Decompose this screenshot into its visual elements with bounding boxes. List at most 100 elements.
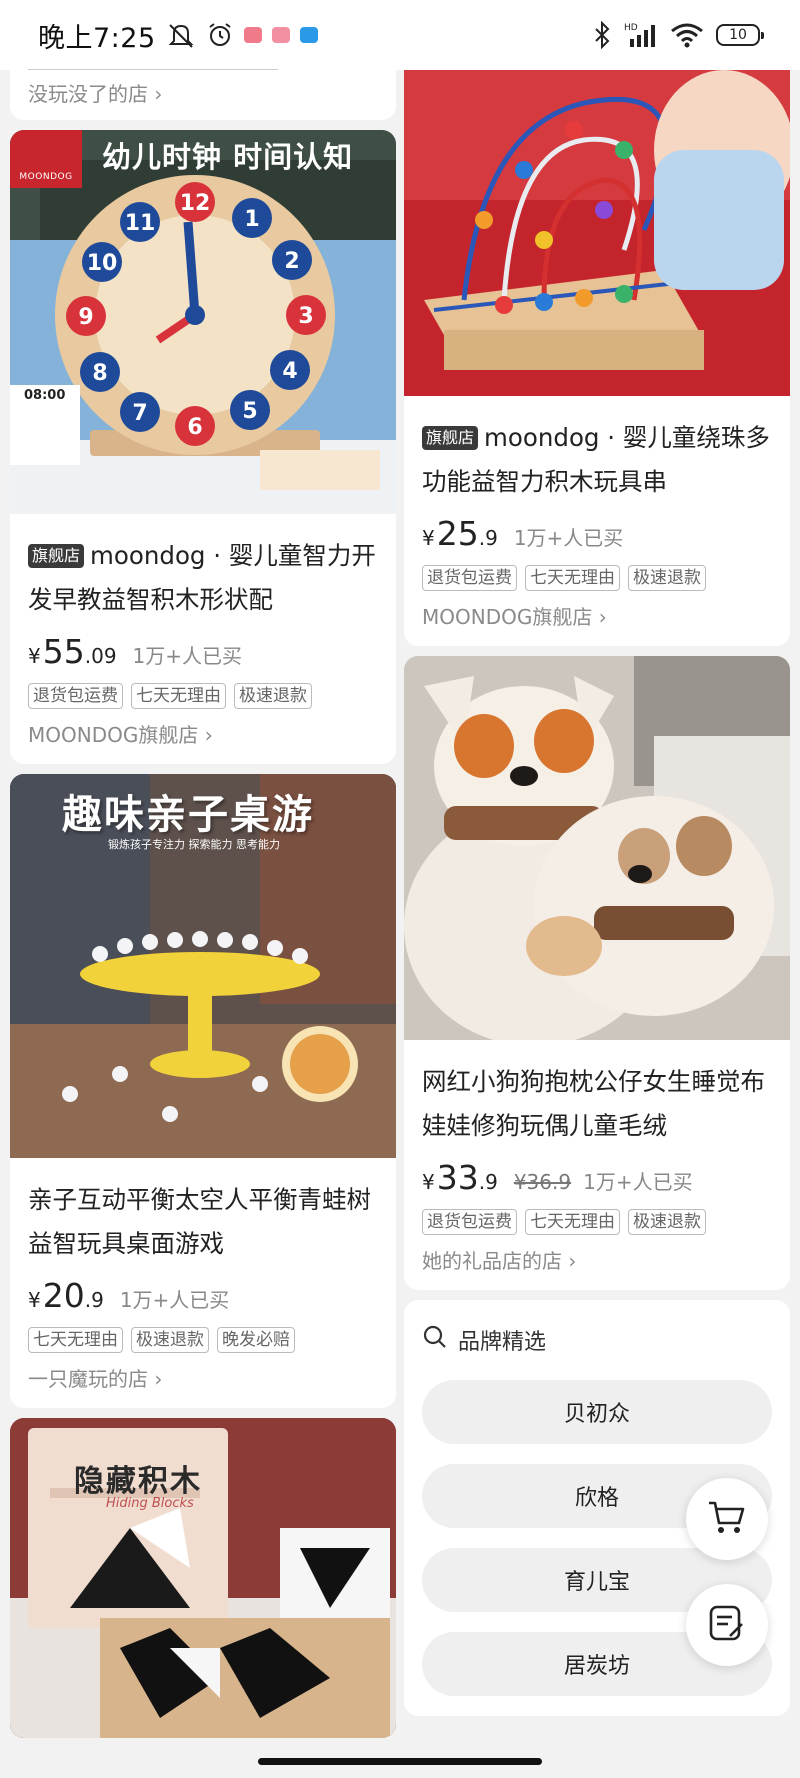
sold-count: 1万+人已买 — [119, 1288, 230, 1312]
svg-text:3: 3 — [298, 304, 313, 329]
list-edit-icon — [708, 1604, 746, 1646]
svg-text:9: 9 — [78, 305, 93, 330]
image-subcaption: 锻炼孩子专注力 探索能力 思考能力 — [108, 838, 280, 851]
original-price: ¥36.9 — [513, 1170, 572, 1194]
image-caption: 幼儿时钟 时间认知 — [102, 140, 354, 174]
service-tags: 七天无理由 极速退款 晚发必赔 — [28, 1327, 378, 1353]
service-tags: 退货包运费 七天无理由 极速退款 — [28, 683, 378, 709]
home-indicator[interactable] — [258, 1758, 542, 1765]
price-row: ¥ 33 .9 ¥36.9 1万+人已买 — [422, 1158, 772, 1197]
bluetooth-icon — [592, 21, 612, 49]
battery-indicator: 10 — [716, 24, 764, 46]
image-caption: 趣味亲子桌游 — [62, 792, 314, 838]
mute-icon — [166, 21, 196, 49]
product-image[interactable]: 趣味亲子桌游 锻炼孩子专注力 探索能力 思考能力 — [10, 774, 396, 1158]
svg-text:HD: HD — [624, 23, 638, 33]
tag-row-partial — [28, 66, 278, 70]
currency-symbol: ¥ — [28, 644, 41, 668]
service-tag: 退货包运费 — [422, 1209, 517, 1235]
product-image[interactable] — [404, 656, 790, 1040]
service-tag: 极速退款 — [628, 1209, 706, 1235]
shop-link[interactable]: 她的礼品店的店 › — [422, 1245, 772, 1274]
brand-item[interactable]: 贝初众 — [422, 1380, 772, 1444]
product-title[interactable]: 网红小狗狗抱枕公仔女生睡觉布娃娃修狗玩偶儿童毛绒 — [422, 1060, 772, 1148]
sold-count: 1万+人已买 — [132, 644, 243, 668]
svg-text:8: 8 — [92, 361, 107, 386]
product-card[interactable]: 12 1 2 3 4 5 6 7 8 9 10 11 MOONDOG 幼儿时钟 … — [10, 130, 396, 764]
product-image[interactable]: 12 1 2 3 4 5 6 7 8 9 10 11 MOONDOG 幼儿时钟 … — [10, 130, 396, 514]
price-decimal: .9 — [478, 526, 498, 550]
product-card[interactable]: 隐藏积木 Hiding Blocks — [10, 1418, 396, 1738]
svg-text:10: 10 — [87, 251, 118, 276]
upload-notification-icon — [299, 27, 318, 43]
feed-column-left: 没玩没了的店 › 12 1 2 3 4 5 6 7 8 9 10 11 MOON… — [10, 66, 396, 1748]
product-title[interactable]: 旗舰店 moondog · 婴儿童绕珠多功能益智力积木玩具串 — [422, 416, 772, 504]
brand-logo-text: MOONDOG — [19, 172, 73, 182]
alarm-icon — [206, 21, 234, 49]
service-tag: 晚发必赔 — [217, 1327, 295, 1353]
image-caption: 隐藏积木 — [74, 1464, 202, 1499]
service-tag: 极速退款 — [131, 1327, 209, 1353]
product-card[interactable]: 网红小狗狗抱枕公仔女生睡觉布娃娃修狗玩偶儿童毛绒 ¥ 33 .9 ¥36.9 1… — [404, 656, 790, 1290]
signal-icon: HD — [624, 21, 658, 49]
video-notification-icon — [271, 27, 290, 43]
cart-button[interactable] — [686, 1478, 768, 1560]
service-tag: 退货包运费 — [28, 683, 123, 709]
svg-text:6: 6 — [187, 415, 202, 440]
price-integer: 25 — [436, 514, 479, 553]
service-tag: 极速退款 — [628, 565, 706, 591]
service-tag: 七天无理由 — [525, 1209, 620, 1235]
image-subcaption: Hiding Blocks — [106, 1496, 194, 1511]
hiding-blocks-illustration — [10, 1418, 396, 1738]
shop-link[interactable]: MOONDOG旗舰店 › — [28, 719, 378, 748]
shop-name: MOONDOG旗舰店 — [422, 605, 593, 629]
shop-link[interactable]: 没玩没了的店 › — [28, 78, 396, 107]
currency-symbol: ¥ — [422, 1170, 435, 1194]
price-integer: 55 — [42, 632, 85, 671]
bead-maze-illustration — [404, 70, 790, 396]
price-decimal: .09 — [84, 644, 117, 668]
product-title[interactable]: 旗舰店 moondog · 婴儿童智力开发早教益智积木形状配 — [28, 534, 378, 622]
shop-name: 没玩没了的店 — [28, 82, 148, 106]
plush-dog-illustration — [404, 656, 790, 1040]
product-image[interactable]: 隐藏积木 Hiding Blocks — [10, 1418, 396, 1738]
price-row: ¥ 55 .09 1万+人已买 — [28, 632, 378, 671]
shop-name: 一只魔玩的店 — [28, 1367, 148, 1391]
price-integer: 20 — [42, 1276, 85, 1315]
status-bar: 晚上7:25 HD 10 — [0, 0, 800, 70]
price-decimal: .9 — [478, 1170, 498, 1194]
price-decimal: .9 — [84, 1288, 104, 1312]
sold-count: 1万+人已买 — [583, 1170, 693, 1194]
service-tag: 极速退款 — [234, 683, 312, 709]
app-notification-icon — [243, 27, 262, 43]
product-card[interactable]: 旗舰店 moondog · 婴儿童绕珠多功能益智力积木玩具串 ¥ 25 .9 1万… — [404, 70, 790, 646]
currency-symbol: ¥ — [28, 1288, 41, 1312]
svg-text:5: 5 — [242, 399, 257, 424]
service-tags: 退货包运费 七天无理由 极速退款 — [422, 565, 772, 591]
price-row: ¥ 20 .9 1万+人已买 — [28, 1276, 378, 1315]
cart-icon — [707, 1499, 747, 1539]
search-icon — [422, 1324, 448, 1356]
brand-picks-header[interactable]: 品牌精选 — [422, 1320, 772, 1360]
service-tag: 七天无理由 — [28, 1327, 123, 1353]
service-tag: 七天无理由 — [525, 565, 620, 591]
list-edit-button[interactable] — [686, 1584, 768, 1666]
service-tags: 退货包运费 七天无理由 极速退款 — [422, 1209, 772, 1235]
status-time: 晚上7:25 — [38, 22, 156, 54]
clock-toy-illustration: 12 1 2 3 4 5 6 7 8 9 10 11 — [10, 130, 396, 514]
shop-link[interactable]: 一只魔玩的店 › — [28, 1363, 378, 1392]
shop-name: MOONDOG旗舰店 — [28, 723, 199, 747]
flagship-badge: 旗舰店 — [28, 544, 85, 568]
product-card[interactable]: 趣味亲子桌游 锻炼孩子专注力 探索能力 思考能力 亲子互动平衡太空人平衡青蛙树益… — [10, 774, 396, 1408]
product-image[interactable] — [404, 70, 790, 396]
shop-link[interactable]: MOONDOG旗舰店 › — [422, 601, 772, 630]
service-tag: 退货包运费 — [422, 565, 517, 591]
product-title[interactable]: 亲子互动平衡太空人平衡青蛙树益智玩具桌面游戏 — [28, 1178, 378, 1266]
shop-name: 她的礼品店的店 — [422, 1249, 562, 1273]
product-card-partial[interactable]: 没玩没了的店 › — [10, 66, 396, 120]
service-tag: 七天无理由 — [131, 683, 226, 709]
svg-text:1: 1 — [244, 207, 259, 232]
image-card-time: 08:00 — [24, 388, 66, 403]
currency-symbol: ¥ — [422, 526, 435, 550]
svg-text:12: 12 — [180, 191, 211, 216]
